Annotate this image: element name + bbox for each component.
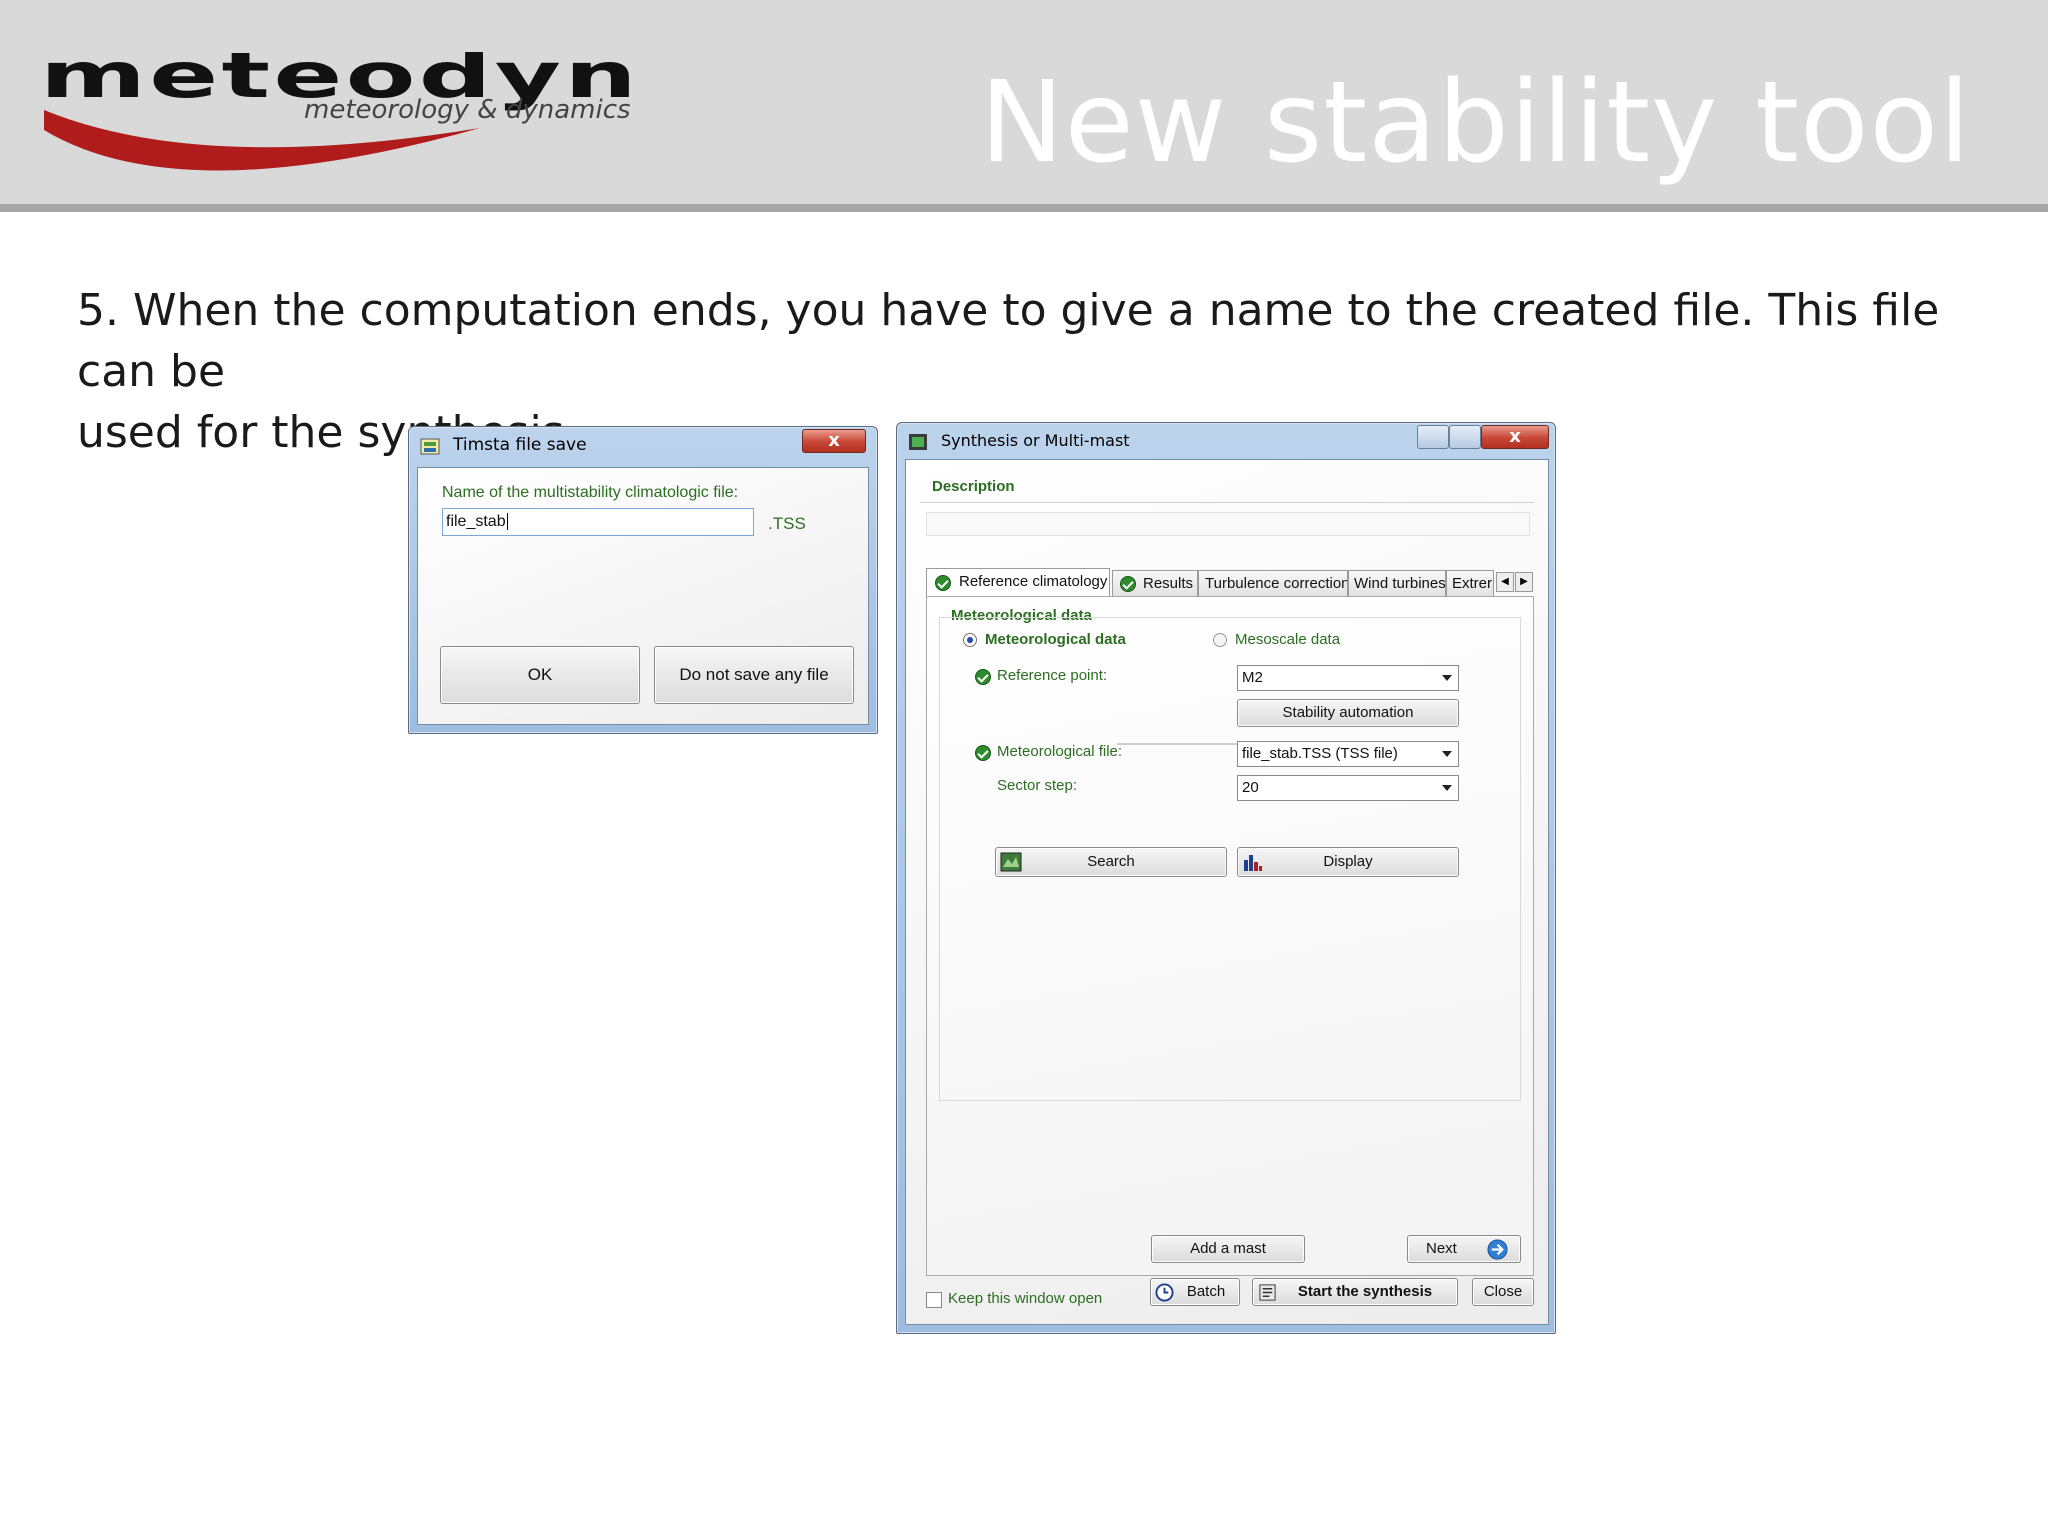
timsta-dialog: Timsta file save x Name of the multistab… <box>408 426 878 734</box>
tab-wind-turbines[interactable]: Wind turbines <box>1348 570 1446 596</box>
sector-step-select[interactable]: 20 <box>1237 775 1459 801</box>
save-file-icon <box>420 438 440 455</box>
maximize-button[interactable] <box>1449 425 1481 449</box>
clock-icon <box>1155 1283 1174 1302</box>
description-input[interactable] <box>926 512 1530 536</box>
start-synthesis-button[interactable]: Start the synthesis <box>1252 1278 1458 1306</box>
check-icon <box>1120 576 1136 592</box>
sector-step-value: 20 <box>1242 779 1259 796</box>
radio-meteorological-label: Meteorological data <box>985 631 1126 648</box>
chevron-down-icon <box>1442 675 1452 681</box>
next-button[interactable]: Next <box>1407 1235 1521 1263</box>
arrow-right-icon <box>1487 1239 1508 1260</box>
tab-label: Results <box>1143 575 1194 592</box>
next-label: Next <box>1426 1240 1457 1257</box>
reference-point-check-icon <box>975 669 991 685</box>
tab-turbulence-correction[interactable]: Turbulence correction <box>1198 570 1348 596</box>
bar-chart-icon <box>1244 855 1262 871</box>
chevron-down-icon <box>1442 785 1452 791</box>
header-band: meteodyn meteorology & dynamics New stab… <box>0 0 2048 212</box>
filename-input[interactable]: file_stab <box>442 508 754 536</box>
chevron-down-icon <box>1442 751 1452 757</box>
tab-scroll-right-button[interactable]: ▶ <box>1515 572 1533 592</box>
synthesis-app-icon <box>909 434 927 450</box>
logo-tagline: meteorology & dynamics <box>304 95 631 125</box>
slide: meteodyn meteorology & dynamics New stab… <box>0 0 2048 1536</box>
timsta-close-button[interactable]: x <box>802 429 866 453</box>
reference-point-value: M2 <box>1242 669 1263 686</box>
keep-open-checkbox[interactable] <box>926 1292 942 1308</box>
tab-label: Extrer <box>1452 575 1493 592</box>
tab-label: Reference climatology <box>959 573 1108 590</box>
check-icon <box>935 575 951 591</box>
synthesis-client: Description Reference climatology Result… <box>905 459 1549 1325</box>
reference-point-label: Reference point: <box>997 667 1108 684</box>
description-divider <box>920 502 1534 503</box>
keep-open-label: Keep this window open <box>948 1290 1103 1307</box>
synthesis-title: Synthesis or Multi-mast <box>941 431 1130 450</box>
reference-point-select[interactable]: M2 <box>1237 665 1459 691</box>
slide-title: New stability tool <box>980 58 1972 188</box>
tab-results[interactable]: Results <box>1112 570 1198 596</box>
tab-extreme[interactable]: Extrer <box>1446 570 1494 596</box>
timsta-client: Name of the multistability climatologic … <box>417 467 869 725</box>
radio-mesoscale-data[interactable] <box>1213 633 1227 647</box>
start-synthesis-label: Start the synthesis <box>1297 1283 1433 1300</box>
tab-reference-climatology[interactable]: Reference climatology <box>926 568 1110 596</box>
met-file-value: file_stab.TSS (TSS file) <box>1242 745 1398 762</box>
synthesis-close-icon-button[interactable]: x <box>1481 425 1549 449</box>
search-button[interactable]: Search <box>995 847 1227 877</box>
tab-scroll-left-button[interactable]: ◀ <box>1496 572 1514 592</box>
sector-step-label: Sector step: <box>997 777 1078 794</box>
document-list-icon <box>1259 1284 1276 1301</box>
radio-mesoscale-label: Mesoscale data <box>1235 631 1341 648</box>
ok-button[interactable]: OK <box>440 646 640 704</box>
close-button[interactable]: Close <box>1472 1278 1534 1306</box>
tab-label: Turbulence correction <box>1205 575 1348 592</box>
description-group: Description <box>920 474 1534 546</box>
extension-label: .TSS <box>768 514 806 533</box>
display-label: Display <box>1323 853 1373 870</box>
search-label: Search <box>1087 853 1135 870</box>
stability-automation-button[interactable]: Stability automation <box>1237 699 1459 727</box>
met-file-check-icon <box>975 745 991 761</box>
tab-page: Meteorological data Meteorological data … <box>926 596 1534 1276</box>
timsta-title: Timsta file save <box>453 435 587 455</box>
minimize-button[interactable] <box>1417 425 1449 449</box>
filename-label: Name of the multistability climatologic … <box>442 484 739 501</box>
radio-meteorological-data[interactable] <box>963 633 977 647</box>
instruction-line-1: 5. When the computation ends, you have t… <box>77 285 1940 397</box>
filename-value: file_stab <box>446 513 506 530</box>
batch-label: Batch <box>1186 1283 1226 1300</box>
tab-label: Wind turbines <box>1354 575 1446 592</box>
tab-strip: Reference climatology Results Turbulence… <box>926 568 1534 596</box>
add-mast-button[interactable]: Add a mast <box>1151 1235 1305 1263</box>
met-file-label: Meteorological file: <box>997 743 1123 760</box>
map-search-icon <box>1000 852 1022 872</box>
do-not-save-button[interactable]: Do not save any file <box>654 646 854 704</box>
display-button[interactable]: Display <box>1237 847 1459 877</box>
met-file-select[interactable]: file_stab.TSS (TSS file) <box>1237 741 1459 767</box>
description-label: Description <box>932 478 1015 495</box>
synthesis-window: Synthesis or Multi-mast x Description Re… <box>896 422 1556 1334</box>
meteodyn-logo: meteodyn meteorology & dynamics <box>40 52 638 171</box>
batch-button[interactable]: Batch <box>1150 1278 1240 1306</box>
